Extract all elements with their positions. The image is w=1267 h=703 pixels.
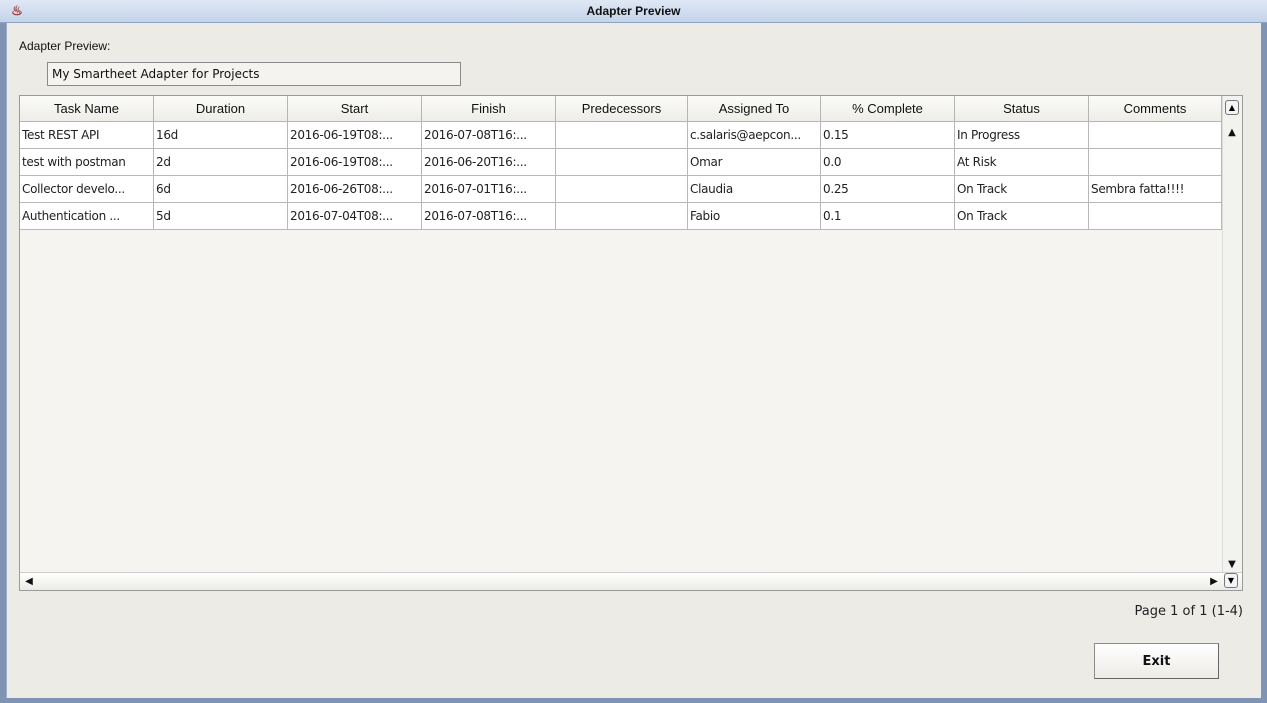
table-cell[interactable]: Sembra fatta!!!! [1089,176,1222,203]
table-cell[interactable]: 2016-07-08T16:... [422,122,556,149]
table-row[interactable]: test with postman 2d 2016-06-19T08:... 2016… [20,149,1222,176]
table-cell[interactable]: 2016-07-01T16:... [422,176,556,203]
table-cell[interactable]: 2016-06-19T08:... [288,149,422,176]
table-cell[interactable]: 5d [154,203,288,230]
table-cell[interactable]: Fabio [688,203,821,230]
table-row[interactable]: Test REST API 16d 2016-06-19T08:... 2016-07… [20,122,1222,149]
table-cell[interactable]: At Risk [955,149,1089,176]
column-control-icon[interactable]: ▲ [1225,100,1239,115]
table-cell[interactable]: 0.25 [821,176,955,203]
table-cell[interactable]: c.salaris@aepcon... [688,122,821,149]
table-cell[interactable]: 0.15 [821,122,955,149]
title-bar: ♨ Adapter Preview [0,0,1267,23]
column-header[interactable]: % Complete [821,96,955,122]
java-app-icon: ♨ [11,3,23,18]
column-header[interactable]: Assigned To [688,96,821,122]
table-row[interactable]: Collector develo... 6d 2016-06-26T08:... 20… [20,176,1222,203]
table-cell[interactable]: Test REST API [20,122,154,149]
column-header[interactable]: Comments [1089,96,1222,122]
column-header[interactable]: Start [288,96,422,122]
adapter-preview-label: Adapter Preview: [19,39,111,53]
horizontal-scrollbar[interactable]: ◀ ▶ [20,572,1242,590]
table-cell[interactable]: In Progress [955,122,1089,149]
table-cell[interactable]: 0.0 [821,149,955,176]
column-header[interactable]: Duration [154,96,288,122]
table-cell[interactable]: Authentication ... [20,203,154,230]
scroll-right-button[interactable]: ▶ [1205,573,1223,591]
table-cell[interactable]: test with postman [20,149,154,176]
scroll-left-button[interactable]: ◀ [20,573,38,591]
table-cell[interactable]: 2016-06-20T16:... [422,149,556,176]
table-cell[interactable] [1089,122,1222,149]
column-header[interactable]: Status [955,96,1089,122]
table-cell[interactable]: 0.1 [821,203,955,230]
table-cell[interactable]: 16d [154,122,288,149]
table-cell[interactable]: 2016-06-26T08:... [288,176,422,203]
table-cell[interactable]: 2d [154,149,288,176]
vertical-scrollbar[interactable]: ▲ ▲ ▼ [1222,96,1242,574]
table-cell[interactable]: On Track [955,176,1089,203]
window-title: Adapter Preview [586,4,681,18]
preview-table: Task Name Duration Start Finish Predecessors… [19,95,1243,591]
table-cell[interactable]: On Track [955,203,1089,230]
exit-button[interactable]: Exit [1094,643,1219,679]
table-cell[interactable]: Claudia [688,176,821,203]
table-cell[interactable] [556,203,688,230]
table-cell[interactable]: 2016-06-19T08:... [288,122,422,149]
scroll-up-button[interactable]: ▲ [1223,124,1241,142]
table-header: Task Name Duration Start Finish Predecessors… [20,96,1222,122]
table-cell[interactable]: Collector develo... [20,176,154,203]
table-cell[interactable]: Omar [688,149,821,176]
table-cell[interactable] [556,122,688,149]
table-cell[interactable] [556,149,688,176]
column-header[interactable]: Finish [422,96,556,122]
window-body: Adapter Preview: My Smartheet Adapter fo… [6,23,1261,698]
table-cell[interactable] [556,176,688,203]
table-cell[interactable] [1089,203,1222,230]
column-header[interactable]: Predecessors [556,96,688,122]
column-header[interactable]: Task Name [20,96,154,122]
scroll-corner-icon[interactable]: ▼ [1224,573,1238,588]
table-cell[interactable]: 6d [154,176,288,203]
pagination-text: Page 1 of 1 (1-4) [1134,604,1243,619]
table-cell[interactable]: 2016-07-04T08:... [288,203,422,230]
table-cell[interactable] [1089,149,1222,176]
table-row[interactable]: Authentication ... 5d 2016-07-04T08:... 201… [20,203,1222,230]
table-cell[interactable]: 2016-07-08T16:... [422,203,556,230]
adapter-name-field[interactable]: My Smartheet Adapter for Projects [47,62,461,86]
